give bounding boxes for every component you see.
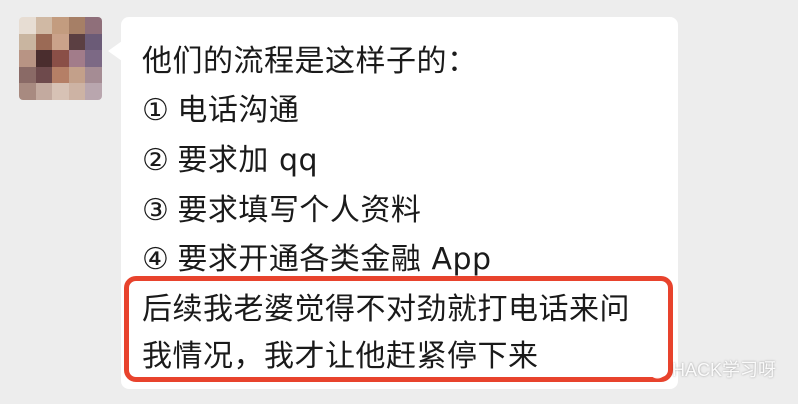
wechat-icon xyxy=(640,358,666,380)
message-line-step-2: ② 要求加 qq xyxy=(142,141,318,181)
message-line-text: 要求开通各类金融 App xyxy=(177,242,492,277)
message-line-step-4: ④ 要求开通各类金融 App xyxy=(142,240,492,280)
message-line-text: 电话沟通 xyxy=(177,93,300,128)
message-line-step-3: ③ 要求填写个人资料 xyxy=(142,191,421,231)
watermark-text: HACK学习呀 xyxy=(671,360,776,380)
step-marker: ④ xyxy=(142,242,170,277)
step-marker: ① xyxy=(142,93,170,128)
message-line-text: 要求填写个人资料 xyxy=(177,193,422,228)
message-line-intro: 他们的流程是这样子的： xyxy=(142,42,478,82)
bubble-tail xyxy=(108,41,122,61)
message-line-text: 他们的流程是这样子的： xyxy=(142,44,478,79)
watermark: HACK学习呀 xyxy=(640,356,776,382)
avatar[interactable] xyxy=(19,17,102,100)
step-marker: ② xyxy=(142,143,170,178)
step-marker: ③ xyxy=(142,193,170,228)
highlight-annotation xyxy=(124,276,673,382)
message-line-step-1: ① 电话沟通 xyxy=(142,91,299,131)
message-line-text: 要求加 qq xyxy=(177,143,319,178)
